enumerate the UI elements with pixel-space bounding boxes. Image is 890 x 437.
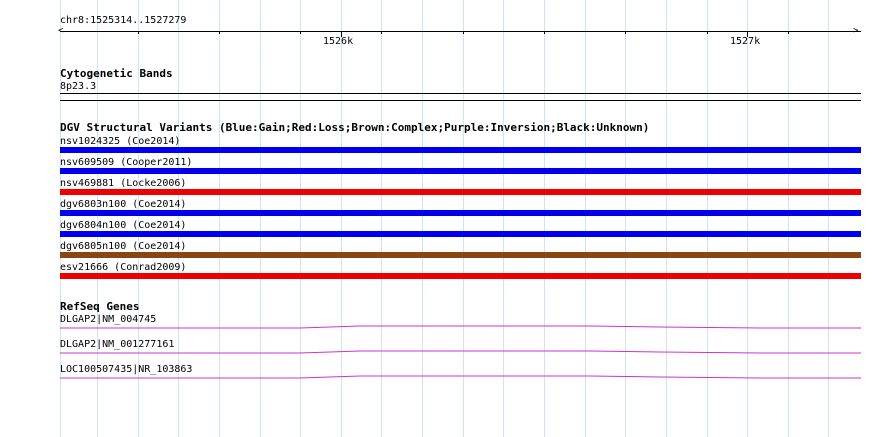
cytoband-label: 8p23.3 (60, 81, 97, 92)
locus-label: chr8:1525314..1527279 (60, 15, 187, 26)
ruler-minor-tick (219, 31, 220, 34)
ruler-minor-tick (300, 31, 301, 34)
refseq-track-title: RefSeq Genes (60, 300, 140, 313)
refseq-gene-model[interactable] (60, 317, 861, 329)
ruler-tick-label: 1527k (730, 36, 761, 47)
dgv-variant-bar[interactable] (60, 168, 861, 174)
cytoband-bar-bottom (60, 100, 861, 101)
dgv-variant-bar[interactable] (60, 231, 861, 237)
dgv-variant-bar[interactable] (60, 273, 861, 279)
dgv-variant-bar[interactable] (60, 189, 861, 195)
ruler-minor-tick (463, 31, 464, 34)
ruler-minor-tick (707, 31, 708, 34)
dgv-variant-bar[interactable] (60, 252, 861, 258)
ruler-line (60, 31, 861, 32)
refseq-gene-intron-line (60, 350, 861, 354)
ruler-minor-tick (788, 31, 789, 34)
ruler-minor-tick (381, 31, 382, 34)
refseq-gene-intron-line (60, 325, 861, 329)
refseq-gene-model[interactable] (60, 367, 861, 379)
ruler-tick-label: 1526k (323, 36, 354, 47)
ruler-minor-tick (625, 31, 626, 34)
genome-browser-view: chr8:1525314..1527279 < > 1526k 1527k Cy… (0, 0, 890, 437)
refseq-gene-model[interactable] (60, 342, 861, 354)
dgv-variant-bar[interactable] (60, 210, 861, 216)
dgv-track-title: DGV Structural Variants (Blue:Gain;Red:L… (60, 121, 650, 134)
refseq-gene-intron-line (60, 375, 861, 379)
ruler-minor-tick (138, 31, 139, 34)
ruler-left-arrow: < (58, 26, 64, 36)
cytoband-track-title: Cytogenetic Bands (60, 67, 173, 80)
ruler-minor-tick (544, 31, 545, 34)
dgv-variant-bar[interactable] (60, 147, 861, 153)
ruler-right-arrow: > (853, 26, 859, 36)
cytoband-bar-top (60, 93, 861, 94)
